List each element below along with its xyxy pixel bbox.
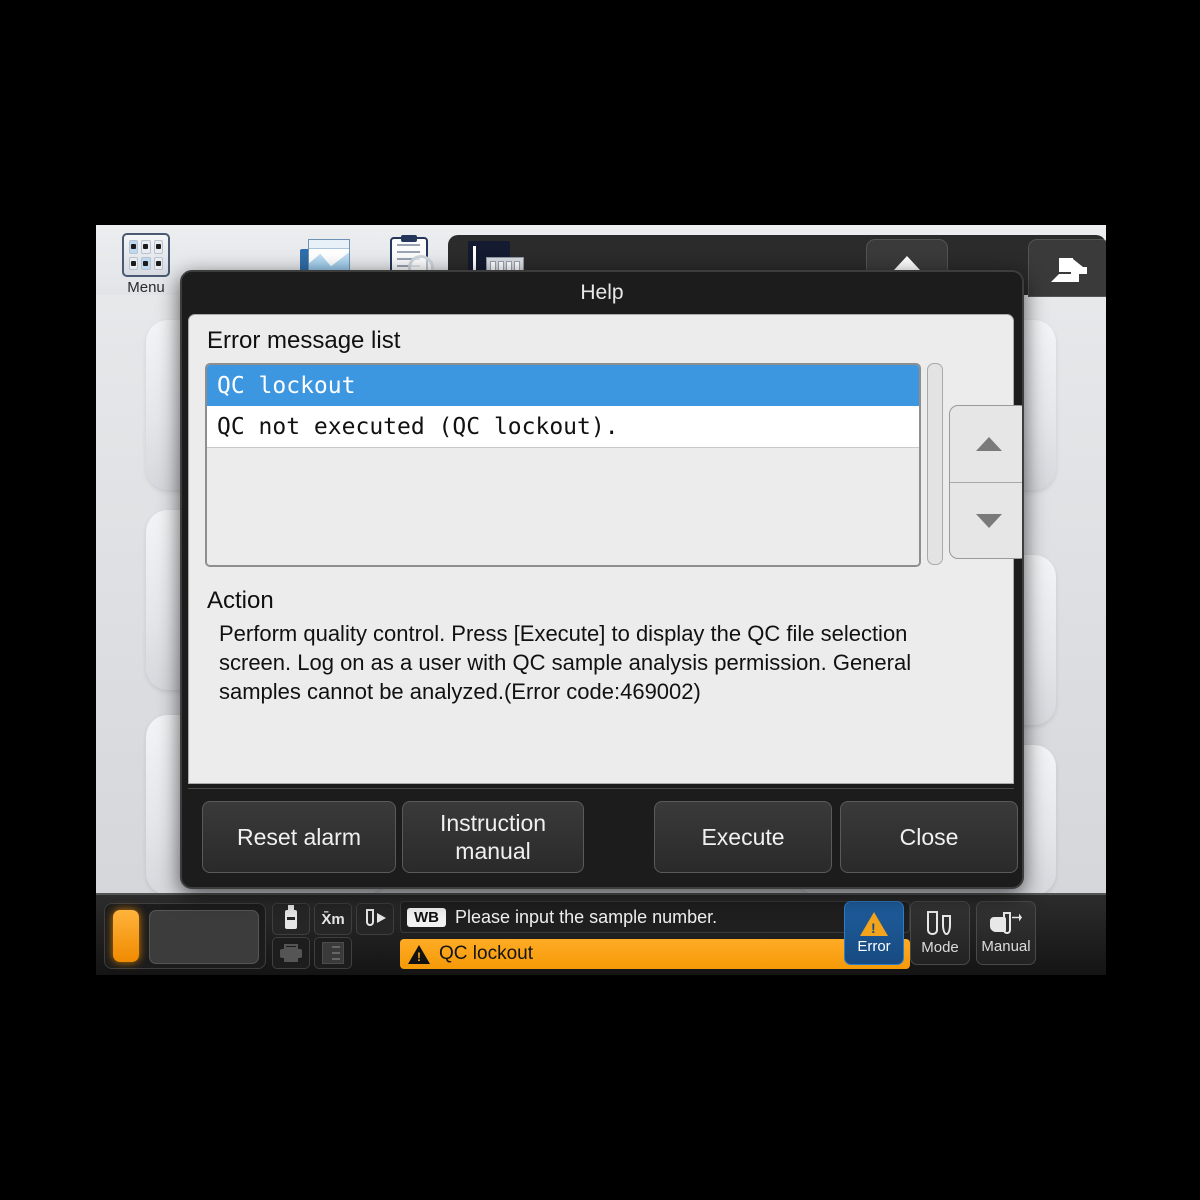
- menu-button-label: Menu: [127, 279, 165, 296]
- help-dialog: Help Error message list QC lockout QC no…: [180, 270, 1024, 889]
- xbar-m-label: X̄m: [321, 910, 345, 928]
- instruction-manual-button[interactable]: Instruction manual: [402, 801, 584, 873]
- reagent-bottle-icon[interactable]: [272, 903, 310, 935]
- chevron-down-icon: [976, 514, 1002, 528]
- status-message-text: Please input the sample number.: [455, 906, 718, 927]
- error-list-label: Error message list: [207, 327, 401, 354]
- sample-rack-indicator: [104, 903, 266, 969]
- help-dialog-body: Error message list QC lockout QC not exe…: [188, 314, 1022, 784]
- printer-icon[interactable]: [272, 937, 310, 969]
- mode-button-label: Mode: [921, 938, 959, 956]
- menu-button[interactable]: Menu: [118, 233, 174, 296]
- logoff-icon: [1051, 258, 1087, 282]
- reset-alarm-button[interactable]: Reset alarm: [202, 801, 396, 873]
- list-empty-area: [207, 448, 919, 565]
- wb-badge: WB: [407, 907, 446, 927]
- data-list-icon[interactable]: [314, 937, 352, 969]
- action-text: Perform quality control. Press [Execute]…: [219, 621, 912, 704]
- test-tubes-icon: [925, 910, 955, 937]
- list-scroll-buttons: [949, 405, 1022, 559]
- close-button[interactable]: Close: [840, 801, 1018, 873]
- help-dialog-title: Help: [182, 272, 1022, 314]
- status-message-area: WB Please input the sample number. QC lo…: [400, 901, 910, 969]
- screenshot-root: al Menu: [0, 0, 1200, 1200]
- mode-button[interactable]: Mode: [910, 901, 970, 965]
- menu-grid-icon: [122, 233, 170, 277]
- warning-triangle-icon: [408, 944, 430, 964]
- scroll-up-button[interactable]: [950, 406, 1022, 483]
- status-alert-text: QC lockout: [439, 943, 533, 964]
- error-message-list[interactable]: QC lockout QC not executed (QC lockout).: [205, 363, 921, 567]
- error-button-label: Error: [857, 937, 891, 955]
- logoff-toolbar-button[interactable]: [1028, 239, 1106, 297]
- scroll-down-button[interactable]: [950, 483, 1022, 558]
- hand-tube-icon: [990, 911, 1022, 936]
- status-alert-line[interactable]: QC lockout: [400, 939, 910, 969]
- manual-button-label: Manual: [981, 937, 1031, 955]
- tube-feed-icon[interactable]: [356, 903, 394, 935]
- list-scrollbar[interactable]: [927, 363, 943, 565]
- status-bar: X̄m WB Please input the sample number. Q…: [96, 893, 1106, 975]
- action-label: Action: [207, 587, 274, 614]
- warning-triangle-icon: [860, 911, 888, 936]
- chevron-up-icon: [976, 437, 1002, 451]
- up-arrow-icon: [894, 256, 920, 280]
- rack-slot: [149, 910, 259, 964]
- status-message-line: WB Please input the sample number.: [400, 901, 910, 933]
- list-item[interactable]: QC lockout: [207, 365, 919, 406]
- rack-amber-lamp: [113, 910, 139, 962]
- error-button[interactable]: Error: [844, 901, 904, 965]
- help-dialog-footer: Reset alarm Instruction manual Execute C…: [188, 788, 1018, 881]
- manual-button[interactable]: Manual: [976, 901, 1036, 965]
- execute-button[interactable]: Execute: [654, 801, 832, 873]
- list-item[interactable]: QC not executed (QC lockout).: [207, 406, 919, 448]
- xbar-m-icon[interactable]: X̄m: [314, 903, 352, 935]
